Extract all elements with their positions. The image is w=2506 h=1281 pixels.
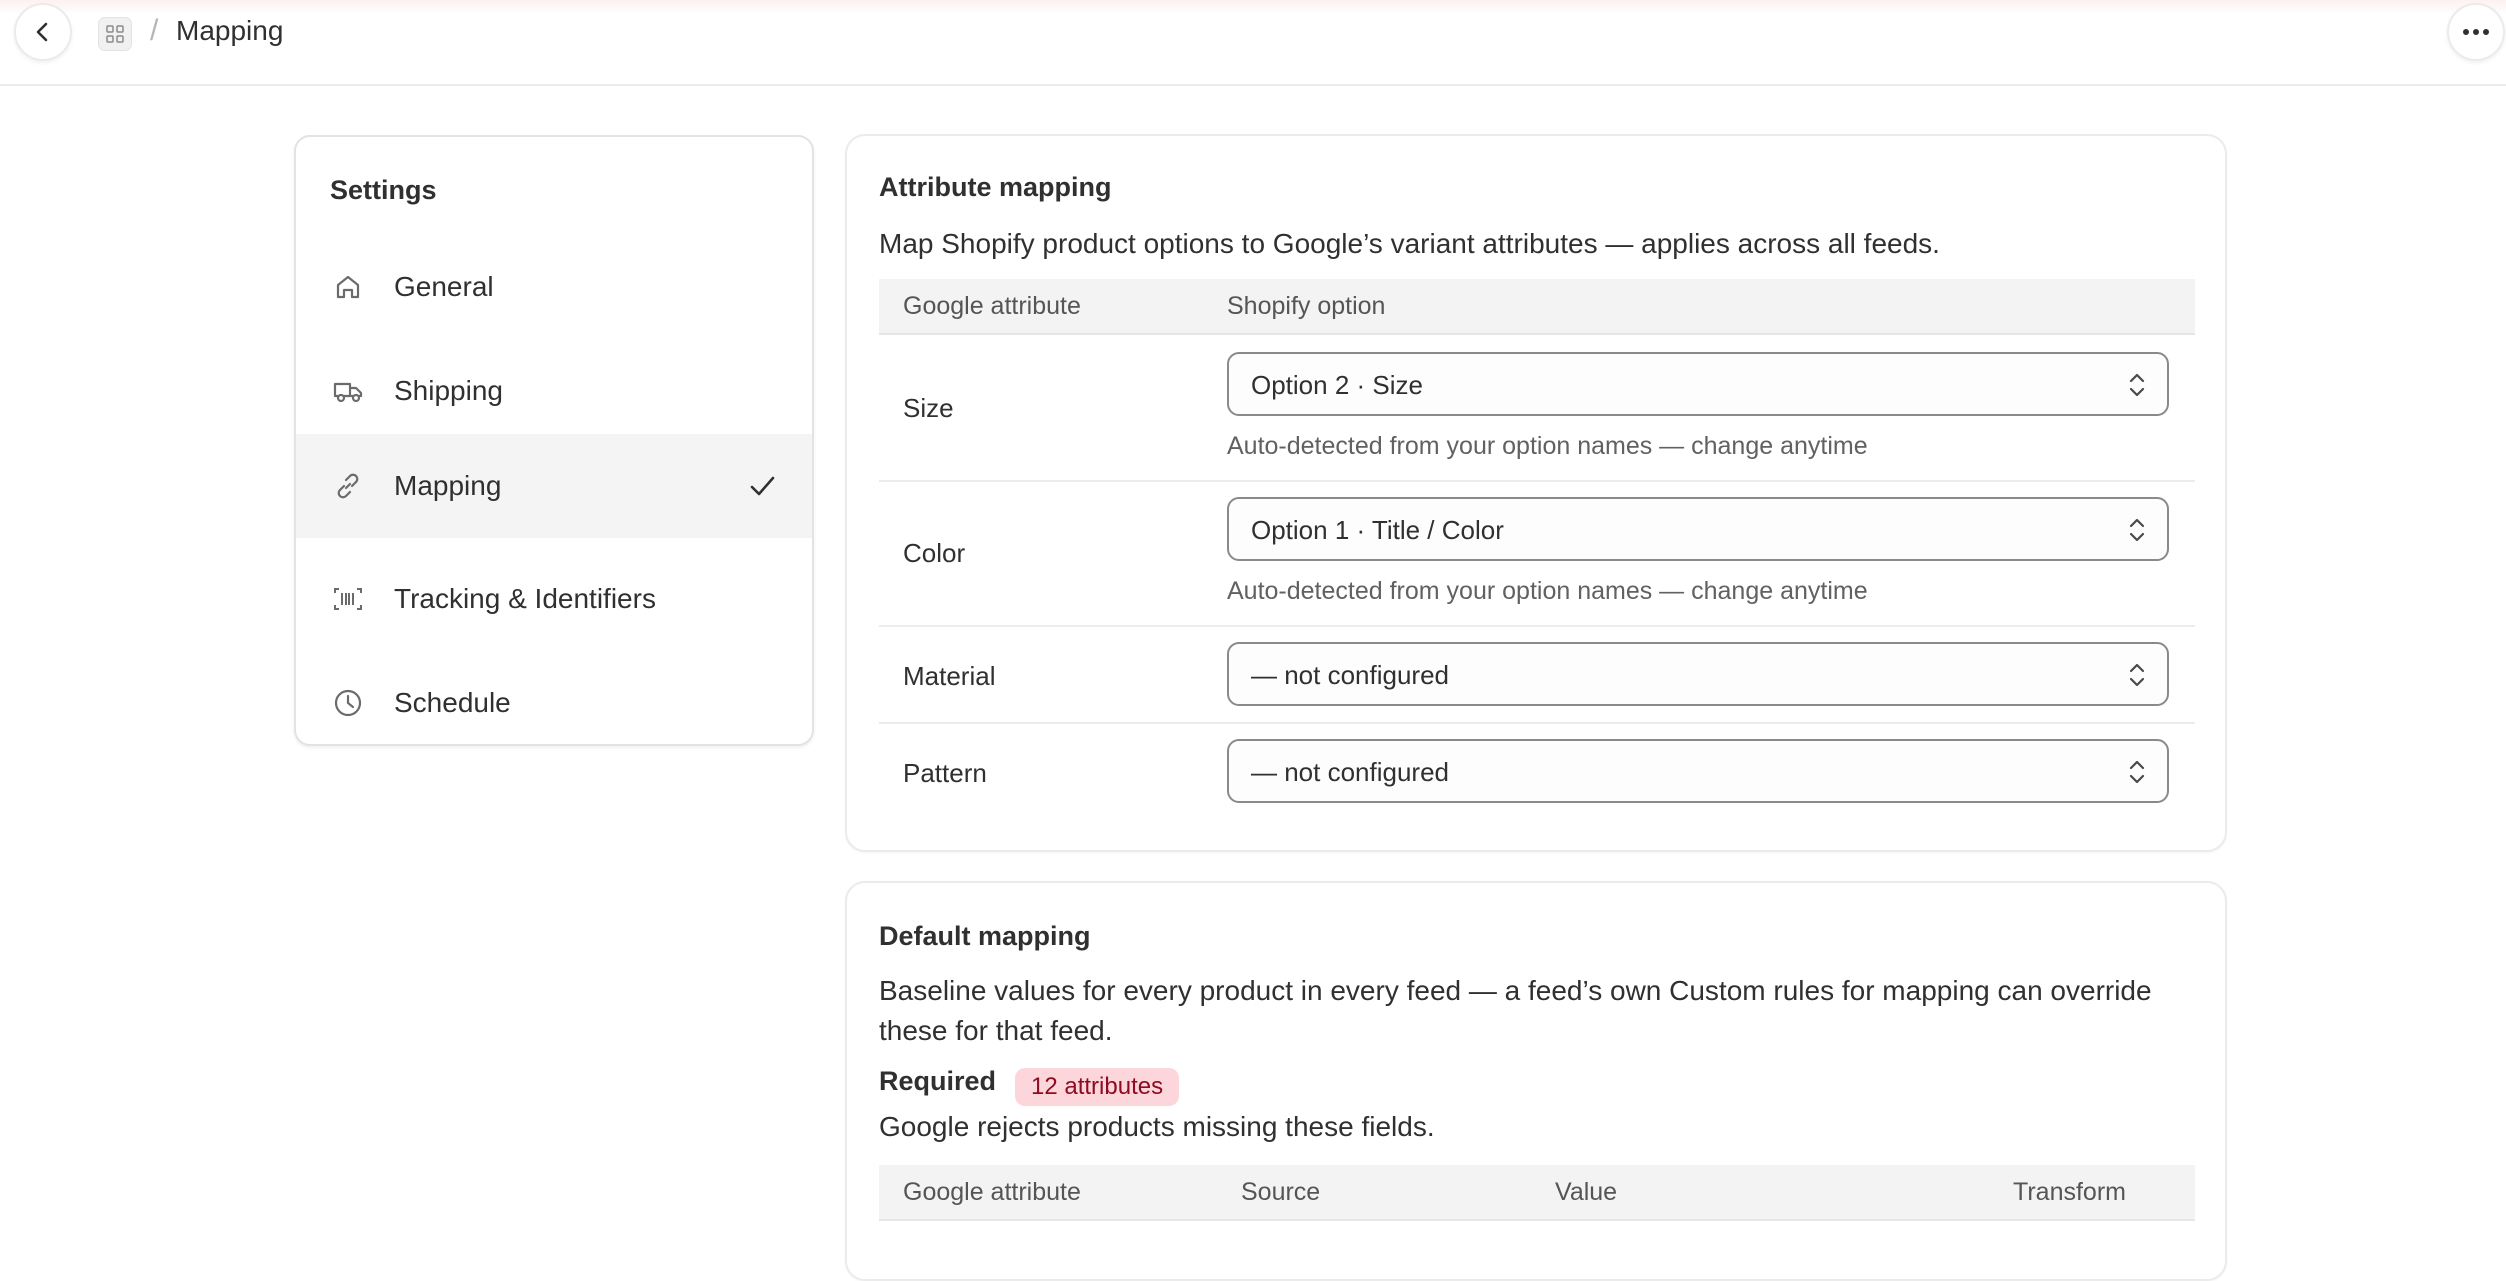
home-icon [330, 269, 366, 305]
attribute-mapping-card: Attribute mapping Map Shopify product op… [845, 134, 2227, 852]
table-row: Size Option 2 · Size Auto-detected from … [879, 337, 2195, 482]
top-bar: / Mapping [0, 0, 2506, 86]
column-header: Transform [2013, 1178, 2126, 1206]
default-mapping-card: Default mapping Baseline values for ever… [845, 881, 2227, 1281]
default-mapping-title: Default mapping [879, 921, 1091, 951]
breadcrumb-separator: / [150, 14, 159, 47]
sidebar-item-label: Shipping [394, 375, 503, 406]
more-actions-button[interactable] [2447, 3, 2505, 61]
attribute-mapping-title: Attribute mapping [879, 172, 1112, 202]
truck-icon [330, 373, 366, 409]
select-chevron-icon [2129, 518, 2145, 542]
table-row: Pattern — not configured [879, 724, 2195, 821]
pattern-option-select[interactable]: — not configured [1227, 739, 2169, 803]
required-label: Required [879, 1066, 997, 1096]
column-header: Value [1555, 1178, 1618, 1206]
attribute-label: Material [903, 661, 996, 691]
select-chevron-icon [2129, 760, 2145, 784]
column-header: Shopify option [1227, 292, 1386, 320]
barcode-icon [330, 581, 366, 617]
column-header: Source [1241, 1178, 1321, 1206]
checkmark-icon [744, 468, 780, 504]
default-table-header: Google attribute Source Value Transform [879, 1165, 2195, 1221]
attribute-label: Size [903, 393, 954, 423]
sidebar-item-schedule[interactable]: Schedule [296, 651, 812, 744]
sidebar-item-label: General [394, 271, 494, 302]
attribute-label: Pattern [903, 758, 987, 788]
chevron-left-icon [36, 22, 48, 42]
table-row: Material — not configured [879, 627, 2195, 724]
clock-icon [330, 685, 366, 721]
app-grid-icon[interactable] [98, 17, 132, 51]
back-button[interactable] [14, 3, 72, 61]
select-value: Option 2 · Size [1251, 370, 1423, 400]
sidebar-item-shipping[interactable]: Shipping [296, 339, 812, 443]
helper-text: Auto-detected from your option names — c… [1227, 577, 1868, 605]
size-option-select[interactable]: Option 2 · Size [1227, 352, 2169, 416]
settings-sidebar: Settings General Shipping Mapping Tracki… [294, 135, 814, 746]
default-mapping-description-line1: Baseline values for every product in eve… [879, 975, 2152, 1006]
link-icon [330, 468, 366, 504]
select-value: Option 1 · Title / Color [1251, 515, 1504, 545]
table-row: Color Option 1 · Title / Color Auto-dete… [879, 482, 2195, 627]
sidebar-item-label: Schedule [394, 687, 511, 718]
attribute-mapping-description: Map Shopify product options to Google’s … [879, 228, 1940, 259]
required-count-badge: 12 attributes [1015, 1068, 1180, 1106]
attribute-table-header: Google attribute Shopify option [879, 279, 2195, 335]
material-option-select[interactable]: — not configured [1227, 642, 2169, 706]
default-mapping-description-line2: these for that feed. [879, 1015, 1113, 1046]
ellipsis-horizontal-icon [2463, 29, 2489, 35]
sidebar-item-mapping[interactable]: Mapping [296, 434, 812, 538]
sidebar-item-general[interactable]: General [296, 235, 812, 339]
column-header: Google attribute [903, 1178, 1081, 1206]
select-chevron-icon [2129, 663, 2145, 687]
column-header: Google attribute [903, 292, 1081, 320]
select-value: — not configured [1251, 660, 1450, 690]
sidebar-item-label: Tracking & Identifiers [394, 583, 656, 614]
select-chevron-icon [2129, 373, 2145, 397]
select-value: — not configured [1251, 757, 1450, 787]
sidebar-item-label: Mapping [394, 470, 502, 501]
required-description: Google rejects products missing these fi… [879, 1111, 1435, 1142]
helper-text: Auto-detected from your option names — c… [1227, 432, 1868, 460]
sidebar-item-tracking[interactable]: Tracking & Identifiers [296, 547, 812, 651]
sidebar-heading: Settings [330, 175, 437, 205]
attribute-label: Color [903, 538, 966, 568]
color-option-select[interactable]: Option 1 · Title / Color [1227, 497, 2169, 561]
page-title: Mapping [176, 15, 284, 46]
